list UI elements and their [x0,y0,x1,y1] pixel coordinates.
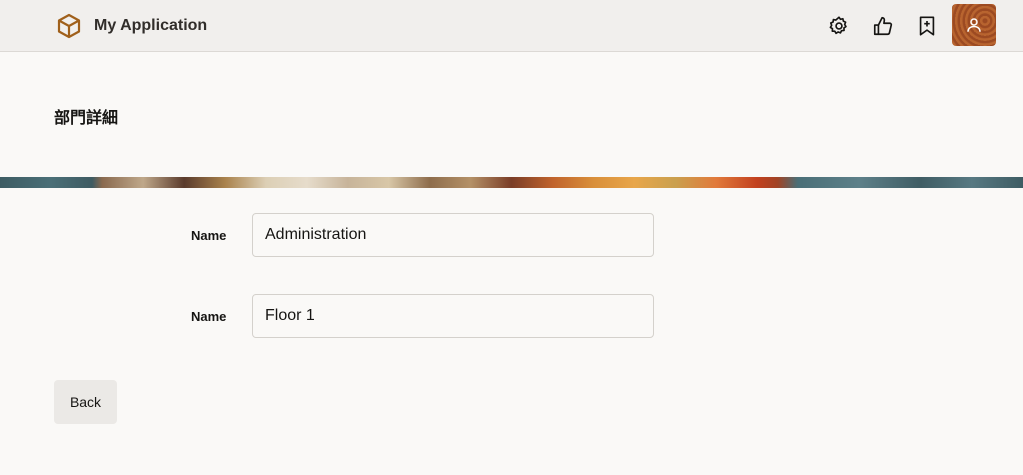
add-bookmark-button[interactable] [911,10,943,42]
thumbs-up-icon [873,16,893,36]
app-title: My Application [94,17,208,34]
page-title: 部門詳細 [54,108,119,127]
cube-logo-icon [56,13,82,39]
user-avatar-button[interactable] [952,4,996,46]
location-label: Name [191,309,227,324]
decorative-banner [0,177,1023,188]
form-row-location: Name Floor 1 [0,294,1023,338]
location-input[interactable]: Floor 1 [252,294,654,338]
user-icon [967,18,981,32]
feedback-button[interactable] [867,10,899,42]
name-input[interactable]: Administration [252,213,654,257]
back-button[interactable]: Back [54,380,117,424]
form-row-name: Name Administration [0,213,1023,257]
app-header: My Application [0,0,1023,52]
brand[interactable]: My Application [56,12,207,40]
name-label: Name [191,228,227,243]
gear-icon [829,16,847,35]
bookmark-add-icon [919,16,935,36]
settings-button[interactable] [823,10,855,42]
